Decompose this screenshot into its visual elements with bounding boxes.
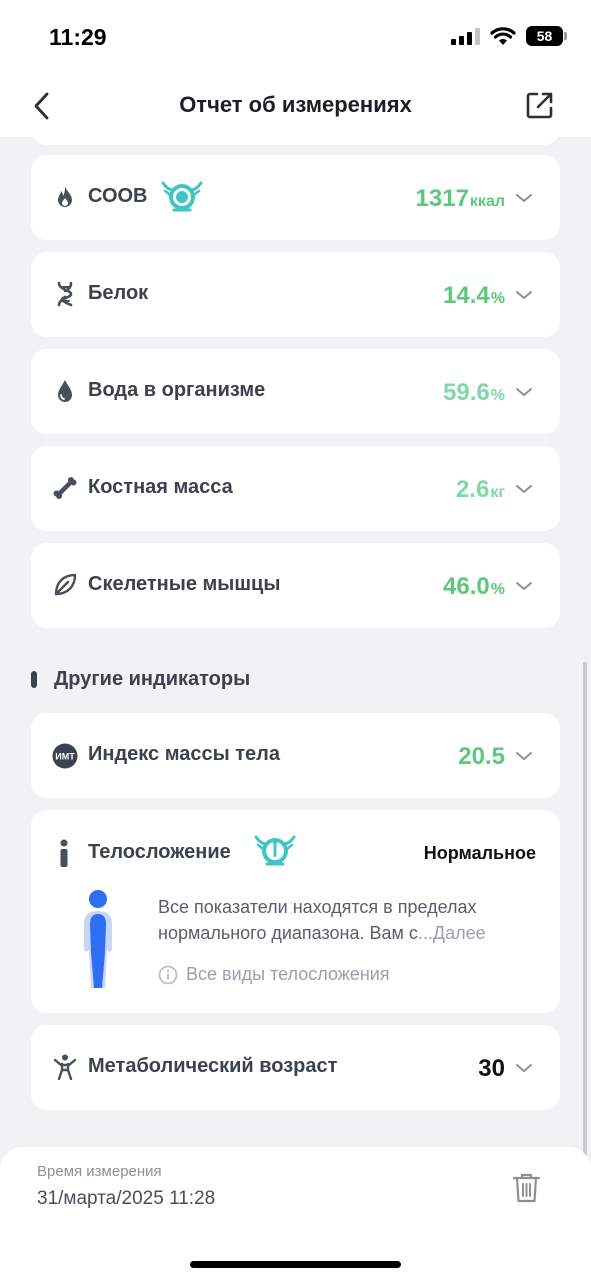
- chevron-down-icon[interactable]: [515, 580, 533, 592]
- scrollbar[interactable]: [583, 662, 587, 1217]
- metric-value: 59.6%: [443, 379, 505, 406]
- metric-label: Скелетные мышцы: [88, 573, 281, 595]
- metric-card-bone-mass[interactable]: Костная масса 2.6кг: [31, 446, 560, 531]
- flame-icon: [58, 186, 72, 207]
- partial-card: [31, 137, 560, 145]
- certified-badge-icon: [254, 835, 296, 866]
- metric-card-skeletal-muscle[interactable]: Скелетные мышцы 46.0%: [31, 543, 560, 628]
- measurement-time-value: 31/марта/2025 11:28: [37, 1188, 216, 1209]
- water-drop-icon: [58, 380, 72, 402]
- metric-label: Вода в организме: [88, 379, 266, 401]
- metric-label: Метаболический возраст: [88, 1055, 338, 1077]
- metric-card-bmr[interactable]: СООВ 1317ккал: [31, 155, 560, 240]
- bone-icon: [53, 477, 77, 499]
- cellular-signal-icon: [451, 27, 480, 45]
- report-content[interactable]: СООВ 1317ккал Белок 14.4% Вода в организ…: [0, 137, 591, 1147]
- metric-label: СООВ: [88, 185, 148, 207]
- metric-card-water[interactable]: Вода в организме 59.6%: [31, 349, 560, 434]
- battery-icon: 58: [526, 26, 567, 46]
- metric-value: 46.0%: [443, 573, 505, 600]
- status-icons: 58: [451, 26, 567, 46]
- metric-label: Индекс массы тела: [88, 743, 280, 765]
- all-body-types-label: Все виды телосложения: [186, 964, 390, 984]
- metric-card-metabolic-age[interactable]: Метаболический возраст 30: [31, 1025, 560, 1110]
- svg-text:ИМТ: ИМТ: [55, 752, 75, 762]
- chevron-down-icon[interactable]: [515, 750, 533, 762]
- body-type-status: Нормальное: [423, 843, 536, 863]
- page-title: Отчет об измерениях: [179, 92, 412, 117]
- metric-value: 2.6кг: [455, 476, 505, 503]
- metric-label: Белок: [88, 282, 149, 304]
- leaf-icon: [54, 573, 77, 596]
- share-icon[interactable]: [525, 90, 555, 120]
- nav-bar: Отчет об измерениях: [0, 75, 591, 137]
- metric-value: 30: [478, 1055, 505, 1082]
- read-more-link[interactable]: ...Далее: [418, 923, 486, 943]
- metric-card-bmi[interactable]: ИМТ Индекс массы тела 20.5: [31, 713, 560, 798]
- dna-icon: [57, 281, 73, 307]
- person-icon: [60, 839, 68, 867]
- chevron-down-icon[interactable]: [515, 1062, 533, 1074]
- section-title: Другие индикаторы: [54, 668, 251, 690]
- status-time: 11:29: [49, 24, 107, 50]
- metric-value: 14.4%: [443, 282, 505, 309]
- chevron-down-icon[interactable]: [515, 483, 533, 495]
- body-type-card[interactable]: Телосложение Нормальное Все показатели н…: [31, 810, 560, 1013]
- info-icon: [158, 965, 178, 984]
- body-type-label: Телосложение: [88, 841, 231, 863]
- measurement-time-label: Время измерения: [37, 1163, 162, 1180]
- home-indicator[interactable]: [190, 1261, 401, 1268]
- metric-value: 20.5: [458, 743, 505, 770]
- trash-icon[interactable]: [512, 1172, 541, 1204]
- body-silhouette-icon: [84, 890, 112, 988]
- wifi-icon: [490, 26, 516, 45]
- person-arms-up-icon: [53, 1054, 77, 1080]
- section-marker: [31, 671, 37, 688]
- metric-label: Костная масса: [88, 476, 233, 498]
- bmi-icon: ИМТ: [52, 743, 78, 769]
- status-bar: 11:29 58: [0, 0, 591, 75]
- certified-badge-icon: [161, 181, 203, 212]
- chevron-down-icon[interactable]: [515, 192, 533, 204]
- all-body-types-link[interactable]: Все виды телосложения: [158, 964, 390, 985]
- chevron-down-icon[interactable]: [515, 386, 533, 398]
- chevron-down-icon[interactable]: [515, 289, 533, 301]
- body-type-description: Все показатели находятся в пределах норм…: [158, 897, 486, 943]
- metric-value: 1317ккал: [415, 185, 505, 212]
- metric-card-protein[interactable]: Белок 14.4%: [31, 252, 560, 337]
